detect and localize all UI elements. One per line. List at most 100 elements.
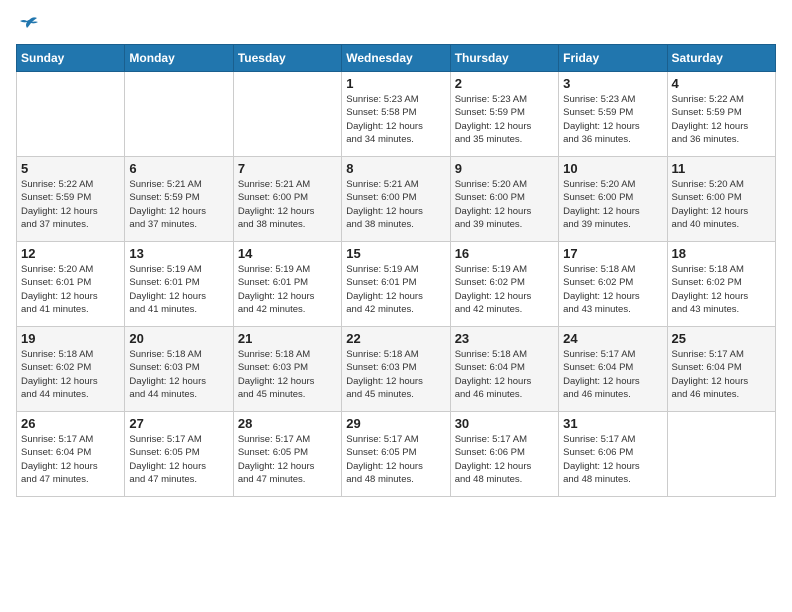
day-number: 8 xyxy=(346,161,445,176)
day-info: Sunrise: 5:20 AM Sunset: 6:00 PM Dayligh… xyxy=(563,178,662,231)
day-number: 25 xyxy=(672,331,771,346)
calendar-week-row: 1 Sunrise: 5:23 AM Sunset: 5:58 PM Daylig… xyxy=(17,72,776,157)
calendar-week-row: 5 Sunrise: 5:22 AM Sunset: 5:59 PM Daylig… xyxy=(17,157,776,242)
day-number: 27 xyxy=(129,416,228,431)
calendar-cell: 16 Sunrise: 5:19 AM Sunset: 6:02 PM Dayli… xyxy=(450,242,558,327)
weekday-header-sunday: Sunday xyxy=(17,45,125,72)
calendar-cell: 12 Sunrise: 5:20 AM Sunset: 6:01 PM Dayli… xyxy=(17,242,125,327)
calendar-cell xyxy=(125,72,233,157)
day-info: Sunrise: 5:17 AM Sunset: 6:06 PM Dayligh… xyxy=(455,433,554,486)
calendar-cell: 10 Sunrise: 5:20 AM Sunset: 6:00 PM Dayli… xyxy=(559,157,667,242)
day-info: Sunrise: 5:17 AM Sunset: 6:05 PM Dayligh… xyxy=(346,433,445,486)
day-info: Sunrise: 5:19 AM Sunset: 6:01 PM Dayligh… xyxy=(346,263,445,316)
calendar-cell: 26Sunrise: 5:17 AM Sunset: 6:04 PM Dayli… xyxy=(17,412,125,497)
day-info: Sunrise: 5:18 AM Sunset: 6:02 PM Dayligh… xyxy=(21,348,120,401)
day-number: 31 xyxy=(563,416,662,431)
day-info: Sunrise: 5:21 AM Sunset: 6:00 PM Dayligh… xyxy=(346,178,445,231)
day-number: 9 xyxy=(455,161,554,176)
day-info: Sunrise: 5:21 AM Sunset: 6:00 PM Dayligh… xyxy=(238,178,337,231)
day-number: 1 xyxy=(346,76,445,91)
day-number: 10 xyxy=(563,161,662,176)
day-info: Sunrise: 5:17 AM Sunset: 6:06 PM Dayligh… xyxy=(563,433,662,486)
weekday-header-row: SundayMondayTuesdayWednesdayThursdayFrid… xyxy=(17,45,776,72)
day-info: Sunrise: 5:23 AM Sunset: 5:58 PM Dayligh… xyxy=(346,93,445,146)
calendar-cell: 2 Sunrise: 5:23 AM Sunset: 5:59 PM Daylig… xyxy=(450,72,558,157)
day-info: Sunrise: 5:22 AM Sunset: 5:59 PM Dayligh… xyxy=(21,178,120,231)
weekday-header-monday: Monday xyxy=(125,45,233,72)
day-number: 12 xyxy=(21,246,120,261)
calendar-cell xyxy=(667,412,775,497)
day-info: Sunrise: 5:20 AM Sunset: 6:00 PM Dayligh… xyxy=(455,178,554,231)
calendar-cell: 27Sunrise: 5:17 AM Sunset: 6:05 PM Dayli… xyxy=(125,412,233,497)
weekday-header-thursday: Thursday xyxy=(450,45,558,72)
day-info: Sunrise: 5:23 AM Sunset: 5:59 PM Dayligh… xyxy=(455,93,554,146)
day-info: Sunrise: 5:18 AM Sunset: 6:02 PM Dayligh… xyxy=(672,263,771,316)
day-info: Sunrise: 5:17 AM Sunset: 6:04 PM Dayligh… xyxy=(672,348,771,401)
page-header xyxy=(16,16,776,32)
day-info: Sunrise: 5:21 AM Sunset: 5:59 PM Dayligh… xyxy=(129,178,228,231)
day-number: 21 xyxy=(238,331,337,346)
day-number: 13 xyxy=(129,246,228,261)
logo xyxy=(16,16,39,32)
day-info: Sunrise: 5:19 AM Sunset: 6:01 PM Dayligh… xyxy=(129,263,228,316)
day-info: Sunrise: 5:17 AM Sunset: 6:04 PM Dayligh… xyxy=(563,348,662,401)
day-number: 14 xyxy=(238,246,337,261)
calendar-cell: 4Sunrise: 5:22 AM Sunset: 5:59 PM Daylig… xyxy=(667,72,775,157)
day-number: 15 xyxy=(346,246,445,261)
calendar-cell: 21 Sunrise: 5:18 AM Sunset: 6:03 PM Dayli… xyxy=(233,327,341,412)
calendar-table: SundayMondayTuesdayWednesdayThursdayFrid… xyxy=(16,44,776,497)
day-number: 6 xyxy=(129,161,228,176)
weekday-header-wednesday: Wednesday xyxy=(342,45,450,72)
calendar-week-row: 19 Sunrise: 5:18 AM Sunset: 6:02 PM Dayli… xyxy=(17,327,776,412)
day-info: Sunrise: 5:20 AM Sunset: 6:00 PM Dayligh… xyxy=(672,178,771,231)
day-info: Sunrise: 5:19 AM Sunset: 6:02 PM Dayligh… xyxy=(455,263,554,316)
day-info: Sunrise: 5:18 AM Sunset: 6:03 PM Dayligh… xyxy=(238,348,337,401)
calendar-cell xyxy=(17,72,125,157)
day-number: 19 xyxy=(21,331,120,346)
calendar-cell: 29 Sunrise: 5:17 AM Sunset: 6:05 PM Dayli… xyxy=(342,412,450,497)
calendar-cell: 15 Sunrise: 5:19 AM Sunset: 6:01 PM Dayli… xyxy=(342,242,450,327)
day-info: Sunrise: 5:22 AM Sunset: 5:59 PM Dayligh… xyxy=(672,93,771,146)
calendar-cell: 23 Sunrise: 5:18 AM Sunset: 6:04 PM Dayli… xyxy=(450,327,558,412)
day-number: 20 xyxy=(129,331,228,346)
day-number: 2 xyxy=(455,76,554,91)
day-number: 26 xyxy=(21,416,120,431)
logo-bird-icon xyxy=(19,16,39,32)
day-number: 30 xyxy=(455,416,554,431)
calendar-cell: 17Sunrise: 5:18 AM Sunset: 6:02 PM Dayli… xyxy=(559,242,667,327)
calendar-cell: 22Sunrise: 5:18 AM Sunset: 6:03 PM Dayli… xyxy=(342,327,450,412)
calendar-cell: 25 Sunrise: 5:17 AM Sunset: 6:04 PM Dayli… xyxy=(667,327,775,412)
calendar-week-row: 12 Sunrise: 5:20 AM Sunset: 6:01 PM Dayli… xyxy=(17,242,776,327)
calendar-cell xyxy=(233,72,341,157)
day-number: 5 xyxy=(21,161,120,176)
calendar-cell: 31 Sunrise: 5:17 AM Sunset: 6:06 PM Dayli… xyxy=(559,412,667,497)
day-number: 24 xyxy=(563,331,662,346)
weekday-header-saturday: Saturday xyxy=(667,45,775,72)
calendar-cell: 13 Sunrise: 5:19 AM Sunset: 6:01 PM Dayli… xyxy=(125,242,233,327)
day-info: Sunrise: 5:17 AM Sunset: 6:05 PM Dayligh… xyxy=(238,433,337,486)
weekday-header-tuesday: Tuesday xyxy=(233,45,341,72)
calendar-cell: 1 Sunrise: 5:23 AM Sunset: 5:58 PM Daylig… xyxy=(342,72,450,157)
calendar-cell: 5 Sunrise: 5:22 AM Sunset: 5:59 PM Daylig… xyxy=(17,157,125,242)
day-info: Sunrise: 5:18 AM Sunset: 6:04 PM Dayligh… xyxy=(455,348,554,401)
day-info: Sunrise: 5:19 AM Sunset: 6:01 PM Dayligh… xyxy=(238,263,337,316)
day-info: Sunrise: 5:20 AM Sunset: 6:01 PM Dayligh… xyxy=(21,263,120,316)
day-number: 11 xyxy=(672,161,771,176)
day-number: 7 xyxy=(238,161,337,176)
calendar-cell: 24 Sunrise: 5:17 AM Sunset: 6:04 PM Dayli… xyxy=(559,327,667,412)
calendar-cell: 28Sunrise: 5:17 AM Sunset: 6:05 PM Dayli… xyxy=(233,412,341,497)
day-number: 18 xyxy=(672,246,771,261)
day-info: Sunrise: 5:18 AM Sunset: 6:02 PM Dayligh… xyxy=(563,263,662,316)
day-number: 16 xyxy=(455,246,554,261)
calendar-cell: 9 Sunrise: 5:20 AM Sunset: 6:00 PM Daylig… xyxy=(450,157,558,242)
day-info: Sunrise: 5:18 AM Sunset: 6:03 PM Dayligh… xyxy=(346,348,445,401)
calendar-cell: 11 Sunrise: 5:20 AM Sunset: 6:00 PM Dayli… xyxy=(667,157,775,242)
day-number: 29 xyxy=(346,416,445,431)
day-info: Sunrise: 5:23 AM Sunset: 5:59 PM Dayligh… xyxy=(563,93,662,146)
calendar-cell: 30 Sunrise: 5:17 AM Sunset: 6:06 PM Dayli… xyxy=(450,412,558,497)
calendar-cell: 6 Sunrise: 5:21 AM Sunset: 5:59 PM Daylig… xyxy=(125,157,233,242)
calendar-cell: 8 Sunrise: 5:21 AM Sunset: 6:00 PM Daylig… xyxy=(342,157,450,242)
day-info: Sunrise: 5:18 AM Sunset: 6:03 PM Dayligh… xyxy=(129,348,228,401)
calendar-cell: 18 Sunrise: 5:18 AM Sunset: 6:02 PM Dayli… xyxy=(667,242,775,327)
day-number: 23 xyxy=(455,331,554,346)
